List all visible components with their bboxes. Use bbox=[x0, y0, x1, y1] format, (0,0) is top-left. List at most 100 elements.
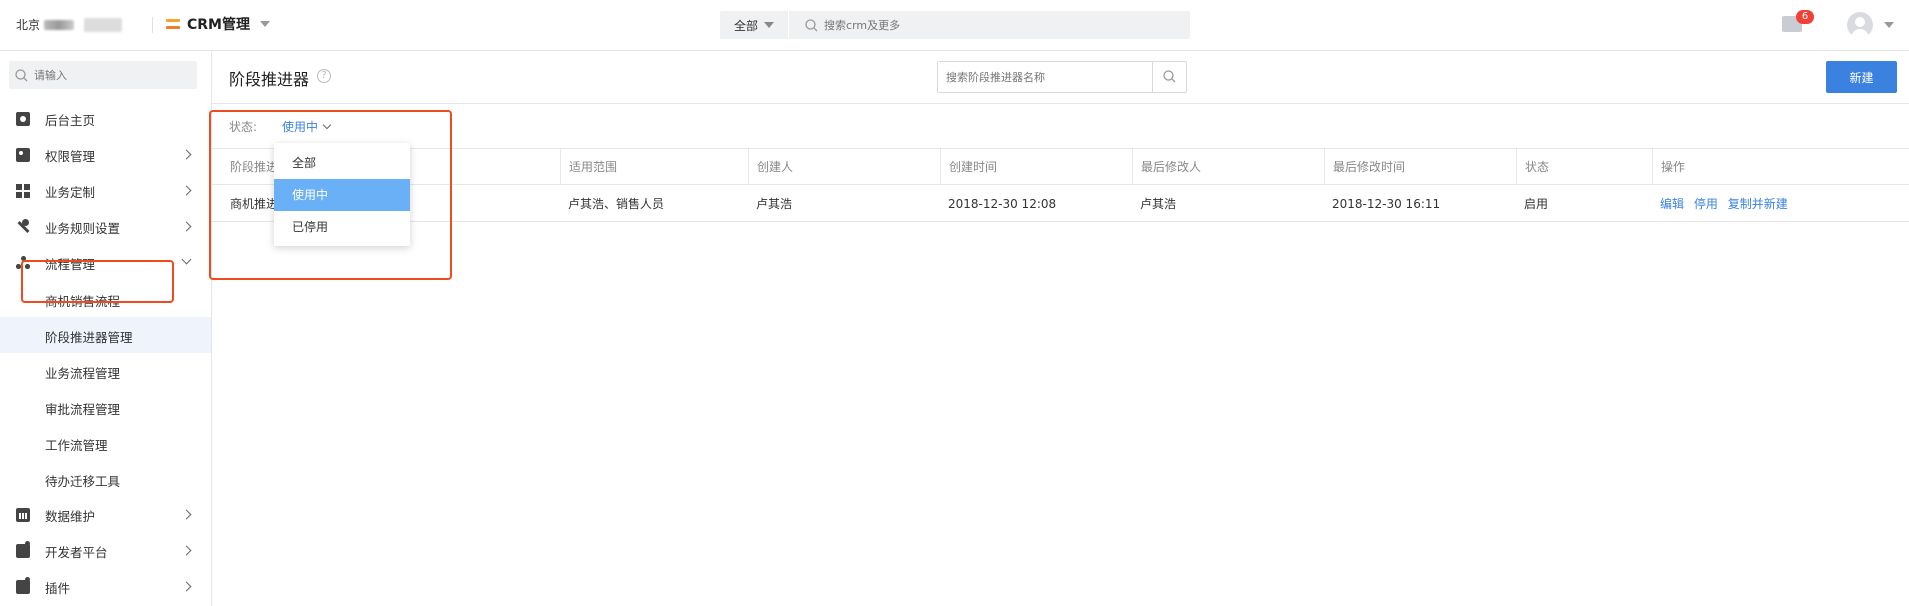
cell-modified-at: 2018-12-30 16:11 bbox=[1332, 197, 1441, 211]
top-bar: 北京 CRM管理 全部 6 bbox=[0, 0, 1909, 51]
name-search-input[interactable] bbox=[938, 62, 1152, 92]
puzzle-icon bbox=[16, 541, 30, 558]
redacted-text bbox=[44, 19, 75, 30]
sidebar-subitem-opportunity-flow[interactable]: 商机销售流程 bbox=[0, 281, 211, 317]
chevron-right-icon bbox=[181, 581, 192, 592]
chevron-right-icon bbox=[181, 545, 192, 556]
sidebar-item-process[interactable]: 流程管理 bbox=[0, 245, 211, 281]
sidebar-item-label: 数据维护 bbox=[45, 508, 96, 524]
table-header: 阶段推进 适用范围 创建人 创建时间 最后修改人 最后修改时间 状态 操作 bbox=[212, 149, 1909, 185]
cell-creator: 卢其浩 bbox=[756, 197, 793, 211]
puzzle-icon bbox=[16, 577, 30, 594]
flow-icon bbox=[16, 256, 30, 270]
avatar[interactable] bbox=[1847, 12, 1873, 38]
sidebar-item-label: 插件 bbox=[45, 580, 71, 596]
caret-down-icon bbox=[260, 21, 270, 27]
chevron-right-icon bbox=[181, 509, 192, 520]
search-scope-label: 全部 bbox=[734, 18, 759, 33]
column-header: 适用范围 bbox=[560, 149, 750, 185]
chevron-down-icon bbox=[322, 120, 332, 129]
caret-down-icon bbox=[764, 22, 775, 28]
redacted-badge bbox=[84, 17, 123, 32]
app-title: CRM管理 bbox=[187, 17, 250, 33]
page-title: 阶段推进器 bbox=[229, 70, 310, 89]
company-name[interactable]: 北京 bbox=[16, 16, 123, 33]
sidebar-item-plugins[interactable]: 插件 bbox=[0, 569, 211, 605]
chevron-right-icon bbox=[181, 149, 192, 160]
disable-link[interactable]: 停用 bbox=[1694, 197, 1718, 211]
main-content: 阶段推进器 ? 新建 状态: 使用中 阶段推进 适用范围 创建人 创建时间 最后… bbox=[212, 51, 1909, 606]
status-filter-value: 使用中 bbox=[282, 120, 319, 134]
chevron-right-icon bbox=[181, 221, 192, 232]
cell-name: 商机推进 bbox=[230, 197, 279, 211]
sidebar-subitem-label: 审批流程管理 bbox=[45, 402, 121, 417]
column-header: 状态 bbox=[1516, 149, 1646, 185]
message-button[interactable]: 6 bbox=[1782, 10, 1814, 32]
sidebar-search bbox=[9, 61, 197, 89]
sidebar-subitem-label: 商机销售流程 bbox=[45, 294, 121, 309]
wrench-icon bbox=[16, 219, 30, 234]
status-filter-select[interactable]: 使用中 bbox=[282, 118, 332, 135]
company-prefix: 北京 bbox=[16, 18, 41, 32]
search-button[interactable] bbox=[1152, 62, 1186, 92]
app-switcher[interactable]: CRM管理 bbox=[165, 14, 270, 34]
search-icon bbox=[1163, 70, 1176, 83]
column-header: 操作 bbox=[1652, 149, 1902, 185]
sidebar-item-home[interactable]: 后台主页 bbox=[0, 101, 211, 137]
sidebar-item-label: 权限管理 bbox=[45, 148, 96, 164]
chevron-right-icon bbox=[181, 185, 192, 196]
sidebar-subitem-label: 工作流管理 bbox=[45, 438, 108, 453]
global-search-input[interactable] bbox=[824, 11, 1185, 39]
status-filter-label: 状态: bbox=[229, 120, 258, 134]
status-option-all[interactable]: 全部 bbox=[274, 147, 410, 179]
status-option-in-use[interactable]: 使用中 bbox=[274, 179, 410, 211]
sidebar-subitem-label: 业务流程管理 bbox=[45, 366, 121, 381]
edit-link[interactable]: 编辑 bbox=[1660, 197, 1684, 211]
sidebar-item-label: 业务规则设置 bbox=[45, 220, 121, 236]
caret-down-icon[interactable] bbox=[1884, 22, 1894, 28]
sidebar-item-data-maintenance[interactable]: 数据维护 bbox=[0, 497, 211, 533]
message-count-badge: 6 bbox=[1796, 10, 1814, 24]
id-card-icon bbox=[16, 148, 30, 162]
sidebar-item-label: 业务定制 bbox=[45, 184, 96, 200]
cell-status: 启用 bbox=[1524, 197, 1549, 211]
grid-icon bbox=[16, 184, 30, 198]
sidebar-subitem-stage-advancer[interactable]: 阶段推进器管理 bbox=[0, 317, 211, 353]
search-scope-select[interactable]: 全部 bbox=[720, 11, 790, 39]
home-icon bbox=[16, 112, 30, 126]
copy-and-new-link[interactable]: 复制并新建 bbox=[1728, 197, 1788, 211]
new-button[interactable]: 新建 bbox=[1826, 61, 1897, 93]
column-header: 创建人 bbox=[748, 149, 938, 185]
sidebar-subitem-label: 阶段推进器管理 bbox=[45, 330, 133, 345]
sidebar-subitem-todo-migration[interactable]: 待办迁移工具 bbox=[0, 461, 211, 497]
chart-icon bbox=[16, 508, 30, 522]
sidebar-item-developer-platform[interactable]: 开发者平台 bbox=[0, 533, 211, 569]
sidebar-item-label: 开发者平台 bbox=[45, 544, 108, 560]
global-search: 全部 bbox=[720, 11, 1190, 39]
sidebar-item-customization[interactable]: 业务定制 bbox=[0, 173, 211, 209]
sidebar-subitem-business-flow[interactable]: 业务流程管理 bbox=[0, 353, 211, 389]
sidebar-item-business-rules[interactable]: 业务规则设置 bbox=[0, 209, 211, 245]
sidebar-subitem-label: 待办迁移工具 bbox=[45, 474, 121, 489]
sidebar-subitem-workflow[interactable]: 工作流管理 bbox=[0, 425, 211, 461]
status-option-disabled[interactable]: 已停用 bbox=[274, 211, 410, 243]
help-icon[interactable]: ? bbox=[317, 69, 331, 83]
status-filter-dropdown: 全部 使用中 已停用 bbox=[274, 143, 410, 246]
sidebar-item-permissions[interactable]: 权限管理 bbox=[0, 137, 211, 173]
sidebar-subitem-approval-flow[interactable]: 审批流程管理 bbox=[0, 389, 211, 425]
cell-created-at: 2018-12-30 12:08 bbox=[948, 197, 1057, 211]
sidebar-item-label: 流程管理 bbox=[45, 256, 96, 272]
sidebar-search-input[interactable] bbox=[34, 68, 184, 82]
column-header: 最后修改人 bbox=[1132, 149, 1322, 185]
search-icon bbox=[15, 68, 28, 81]
divider bbox=[212, 103, 1909, 104]
cell-scope: 卢其浩、销售人员 bbox=[568, 197, 665, 211]
column-header: 创建时间 bbox=[940, 149, 1130, 185]
search-icon bbox=[805, 18, 818, 31]
sidebar: 后台主页 权限管理 业务定制 业务规则设置 流程管理 商机销售流程 阶段推进器管… bbox=[0, 51, 212, 606]
cell-modifier: 卢其浩 bbox=[1140, 197, 1177, 211]
divider bbox=[152, 17, 153, 33]
chevron-down-icon bbox=[181, 254, 192, 265]
switch-icon bbox=[165, 16, 181, 32]
sidebar-item-label: 后台主页 bbox=[45, 112, 96, 128]
